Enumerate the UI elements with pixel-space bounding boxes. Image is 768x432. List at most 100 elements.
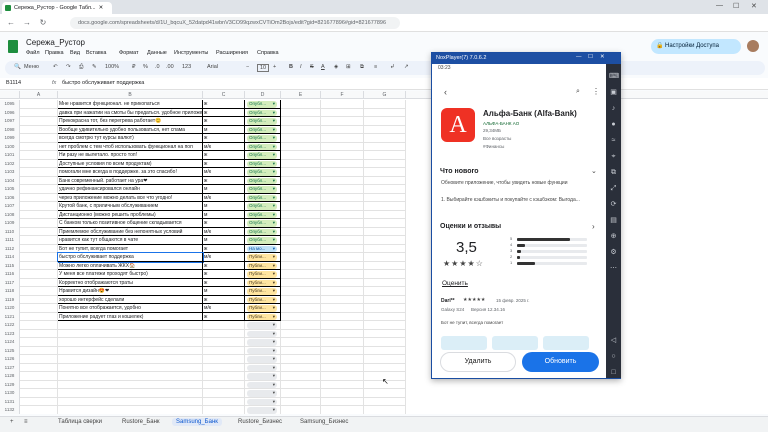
strikethrough-icon[interactable]: S	[310, 64, 314, 70]
table-row[interactable]: 1114 быстро обслуживает поддержка м/к Публи…	[0, 252, 768, 263]
cell-f[interactable]	[321, 355, 364, 364]
cell-a[interactable]	[20, 346, 58, 355]
table-row[interactable]: 1125 ▾	[0, 346, 768, 355]
row-number[interactable]: 1095	[0, 100, 20, 109]
cell-f[interactable]	[321, 168, 364, 177]
font-size-input[interactable]: 10	[257, 64, 270, 72]
status-dropdown[interactable]: Опубл... ▾	[247, 160, 277, 167]
chevron-down-icon[interactable]: ⌄	[591, 167, 597, 175]
cell-f[interactable]	[321, 210, 364, 219]
row-number[interactable]: 1104	[0, 176, 20, 185]
table-row[interactable]: 1120 Понятно все отображается, удобно м/к П…	[0, 304, 768, 313]
cell-b[interactable]: удачно рефинансировался онлайн	[58, 185, 203, 194]
spreadsheet-grid[interactable]: A B C D E F G 1095 Мне нравится функциона…	[0, 91, 768, 414]
browser-tab[interactable]: Сережа_Рустор - Google Табл... ✕	[2, 2, 112, 14]
cell-f[interactable]	[321, 372, 364, 381]
cell-c[interactable]: ж	[203, 261, 245, 270]
cell-f[interactable]	[321, 329, 364, 338]
close-window-icon[interactable]: ✕	[751, 2, 757, 10]
font-size-minus[interactable]: −	[246, 64, 249, 70]
cell-c[interactable]: ж	[203, 134, 245, 143]
cell-b[interactable]	[58, 321, 203, 330]
maximize-nox-icon[interactable]: ☐	[588, 54, 593, 60]
wrap-icon[interactable]: ↲	[390, 64, 395, 70]
cell-b[interactable]	[58, 329, 203, 338]
status-dropdown[interactable]: Опубл... ▾	[247, 109, 277, 116]
cell-e[interactable]	[281, 193, 321, 202]
cell-e[interactable]	[281, 227, 321, 236]
borders-icon[interactable]: ⊞	[346, 64, 351, 70]
table-row[interactable]: 1110 Приемлемое обслуживание без непонятн…	[0, 227, 768, 236]
cell-g[interactable]	[364, 202, 406, 211]
rotate-screen-icon[interactable]: ⟳	[609, 200, 618, 209]
font-select[interactable]: Arial	[207, 64, 218, 70]
print-icon[interactable]: ⎙	[79, 64, 83, 71]
select-all-corner[interactable]	[0, 91, 20, 99]
cell-a[interactable]	[20, 134, 58, 143]
cell-b[interactable]: через приложение можно делать все что уг…	[58, 193, 203, 202]
italic-icon[interactable]: I	[300, 64, 302, 70]
cell-b[interactable]	[58, 372, 203, 381]
cell-f[interactable]	[321, 134, 364, 143]
row-number[interactable]: 1123	[0, 329, 20, 338]
cell-e[interactable]	[281, 159, 321, 168]
column-header-e[interactable]: E	[281, 91, 321, 99]
cell-a[interactable]	[20, 210, 58, 219]
cell-g[interactable]	[364, 278, 406, 287]
cell-b[interactable]: Понятно все отображается, удобно	[58, 304, 203, 313]
share-button[interactable]: 🔒 Настройки Доступа	[651, 39, 741, 54]
table-row[interactable]: 1124 ▾	[0, 338, 768, 347]
menu-extensions[interactable]: Расширения	[216, 50, 248, 56]
screenshot-thumbnail[interactable]	[543, 336, 589, 350]
cell-e[interactable]	[281, 278, 321, 287]
status-dropdown[interactable]: Опубл... ▾	[247, 118, 277, 125]
cell-c[interactable]: м	[203, 185, 245, 194]
cell-e[interactable]	[281, 380, 321, 389]
home-android-icon[interactable]: ○	[609, 352, 618, 361]
status-dropdown[interactable]: ▾	[247, 356, 277, 363]
cell-a[interactable]	[20, 287, 58, 296]
cell-a[interactable]	[20, 270, 58, 279]
table-row[interactable]: 1108 Дистанционно (можно решить проблемы)…	[0, 210, 768, 219]
cell-c[interactable]: ж	[203, 176, 245, 185]
cell-a[interactable]	[20, 329, 58, 338]
cell-c[interactable]	[203, 338, 245, 347]
percent-format[interactable]: %	[143, 64, 148, 70]
cell-b[interactable]: Мне нравится функционал. не прикопаться	[58, 100, 203, 109]
cell-c[interactable]: ж	[203, 244, 245, 253]
cell-e[interactable]	[281, 346, 321, 355]
cell-g[interactable]	[364, 219, 406, 228]
cell-c[interactable]: м	[203, 210, 245, 219]
row-number[interactable]: 1108	[0, 210, 20, 219]
cell-e[interactable]	[281, 253, 321, 262]
table-row[interactable]: 1107 Крутой банк, с приличным обслуживани…	[0, 202, 768, 211]
row-number[interactable]: 1110	[0, 227, 20, 236]
cell-g[interactable]	[364, 363, 406, 372]
menu-format[interactable]: Формат	[119, 50, 139, 56]
cell-a[interactable]	[20, 389, 58, 398]
cell-b[interactable]: Приложение радует глаз и кошелек)	[58, 312, 203, 321]
cell-g[interactable]	[364, 159, 406, 168]
cell-c[interactable]: м	[203, 125, 245, 134]
cell-g[interactable]	[364, 295, 406, 304]
column-header-f[interactable]: F	[321, 91, 364, 99]
more-formats[interactable]: 123	[182, 64, 191, 70]
status-dropdown[interactable]: Опубл... ▾	[247, 220, 277, 227]
cell-g[interactable]	[364, 100, 406, 109]
cell-b[interactable]: помогали мне всегда в поддержке. за это …	[58, 168, 203, 177]
cell-g[interactable]	[364, 168, 406, 177]
cell-b[interactable]: Можно легко оплачивать ЖКХ🏠	[58, 261, 203, 270]
table-row[interactable]: 1118 Нравится дизайн😍❤ м Публи... ▾	[0, 287, 768, 296]
table-row[interactable]: 1103 помогали мне всегда в поддержке. за …	[0, 168, 768, 177]
cell-c[interactable]	[203, 406, 245, 414]
cell-c[interactable]: ж	[203, 151, 245, 160]
cell-c[interactable]: ж	[203, 219, 245, 228]
column-header-g[interactable]: G	[364, 91, 406, 99]
cell-b[interactable]: Ни разу не вылетало. просто топ!	[58, 151, 203, 160]
cell-f[interactable]	[321, 227, 364, 236]
cell-e[interactable]	[281, 406, 321, 414]
add-sheet-icon[interactable]: +	[10, 419, 14, 425]
status-dropdown[interactable]: Опубл... ▾	[247, 211, 277, 218]
row-number[interactable]: 1127	[0, 363, 20, 372]
table-row[interactable]: 1131 ▾	[0, 397, 768, 406]
